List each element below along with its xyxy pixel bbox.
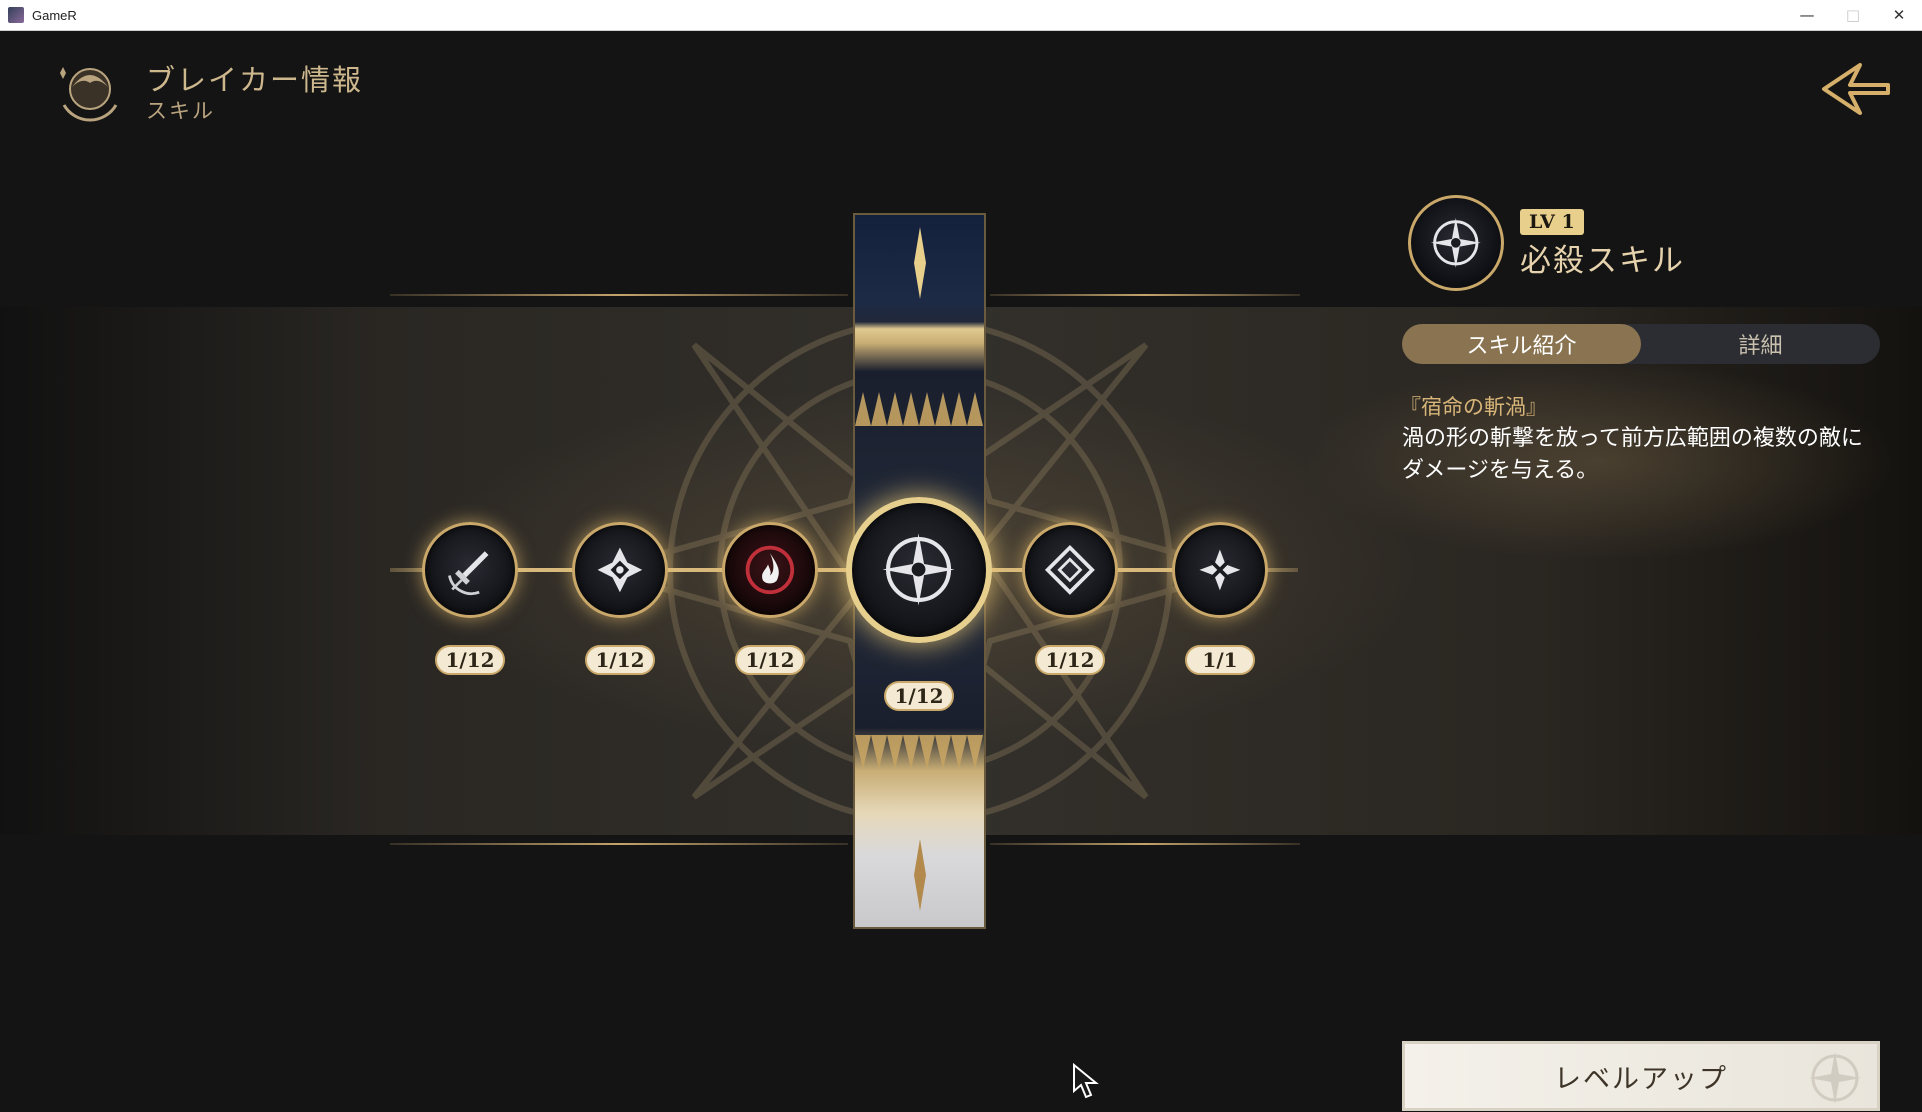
- upper-gold-line-right: [990, 294, 1300, 296]
- pillar-top-star-icon: [914, 227, 926, 299]
- maximize-icon[interactable]: □: [1830, 0, 1876, 30]
- skill-node-4-selected[interactable]: [846, 497, 992, 643]
- compass-star-icon: [1431, 218, 1481, 268]
- page-title: ブレイカー情報: [146, 63, 364, 97]
- skill-connector-line: [390, 568, 1298, 572]
- skill-node-6[interactable]: [1172, 522, 1268, 618]
- level-up-label: レベルアップ: [1554, 1063, 1728, 1095]
- pillar-lower-spikes: [855, 735, 983, 769]
- flame-icon: [745, 545, 795, 595]
- level-up-button[interactable]: レベルアップ: [1402, 1041, 1880, 1111]
- title-bar: GameR — □ ✕: [0, 0, 1922, 31]
- pillar-upper-spikes: [855, 392, 983, 426]
- skill-name: 『宿命の斬渦』: [1400, 395, 1547, 419]
- skill-level-badge-6: 1/1: [1185, 645, 1255, 675]
- skill-level-badge-5: 1/12: [1035, 645, 1105, 675]
- compass-star-icon: [882, 533, 955, 606]
- game-window: GameR — □ ✕ ブレイカー情報 スキル 1/12 1/12 1/12 1…: [0, 0, 1922, 1112]
- skill-level-badge-4: 1/12: [884, 681, 954, 711]
- tab-skill-intro[interactable]: スキル紹介: [1402, 324, 1641, 364]
- skill-level-badge-1: 1/12: [435, 645, 505, 675]
- detail-tabs: スキル紹介 詳細: [1402, 324, 1880, 364]
- back-arrow-icon[interactable]: [1820, 57, 1892, 121]
- pillar-bottom-star-icon: [914, 839, 926, 911]
- skill-level-badge-2: 1/12: [585, 645, 655, 675]
- skill-node-3[interactable]: [722, 522, 818, 618]
- compass-watermark-icon: [1809, 1052, 1861, 1104]
- window-controls: — □ ✕: [1784, 0, 1922, 30]
- game-viewport: ブレイカー情報 スキル 1/12 1/12 1/12 1/12 1/12 1/1…: [0, 31, 1922, 1112]
- spiral-icon: [1199, 549, 1241, 591]
- skill-type-title: 必殺スキル: [1520, 243, 1685, 279]
- sword-icon: [448, 551, 489, 596]
- skill-node-2[interactable]: [572, 522, 668, 618]
- skill-level-badge-3: 1/12: [735, 645, 805, 675]
- window-title: GameR: [32, 7, 77, 23]
- selected-skill-icon: [1408, 195, 1504, 291]
- skill-description: 渦の形の斬撃を放って前方広範囲の複数の敵にダメージを与える。: [1402, 426, 1863, 483]
- mouse-cursor-icon: [1073, 1063, 1099, 1099]
- character-emblem-icon: [60, 67, 118, 122]
- lower-gold-line-right: [990, 843, 1300, 845]
- upper-gold-line-left: [390, 294, 848, 296]
- minimize-icon[interactable]: —: [1784, 0, 1830, 30]
- skill-level-label: LV 1: [1520, 209, 1584, 235]
- page-subtitle: スキル: [146, 99, 215, 123]
- skill-node-1[interactable]: [422, 522, 518, 618]
- rhombus-icon: [1045, 545, 1095, 595]
- skill-node-5[interactable]: [1022, 522, 1118, 618]
- app-icon: [8, 7, 24, 23]
- tab-details[interactable]: 詳細: [1641, 324, 1880, 364]
- lower-gold-line-left: [390, 843, 848, 845]
- close-icon[interactable]: ✕: [1876, 0, 1922, 30]
- diamond-cross-icon: [597, 547, 643, 593]
